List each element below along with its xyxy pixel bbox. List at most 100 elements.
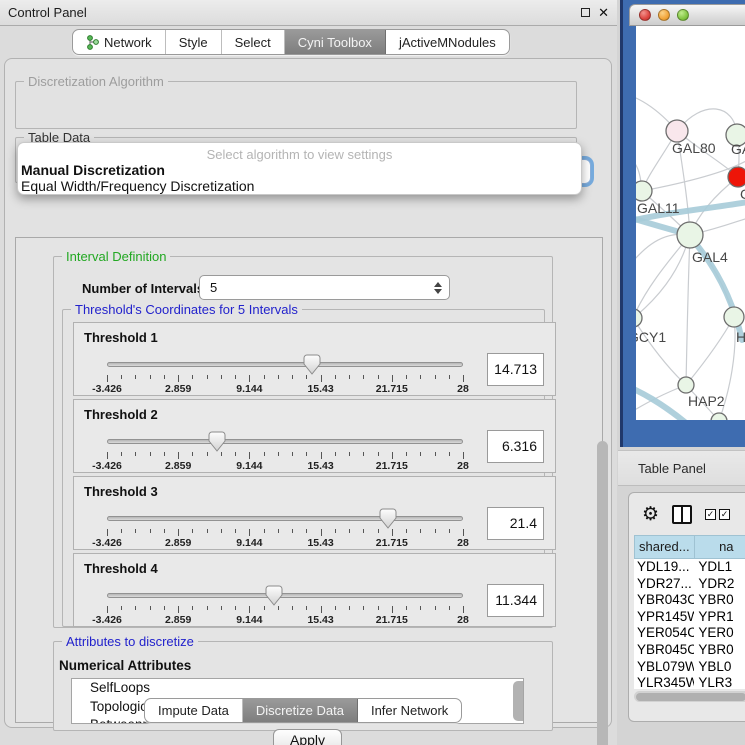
- node-table: shared... na YDL19...YDL1YDR27...YDR2YBR…: [634, 535, 745, 689]
- number-of-intervals-spinner[interactable]: 5: [199, 275, 450, 300]
- close-button[interactable]: [639, 9, 651, 21]
- popup-hint: Select algorithm to view settings: [18, 147, 581, 162]
- tab-select[interactable]: Select: [222, 30, 285, 54]
- table-row[interactable]: YBL079WYBL0: [634, 659, 745, 676]
- slider-tick-label: 2.859: [148, 537, 208, 549]
- tab-style[interactable]: Style: [166, 30, 222, 54]
- threshold-4-value-field[interactable]: 11.344: [487, 584, 544, 617]
- attributes-title: Attributes to discretize: [62, 634, 198, 649]
- network-node[interactable]: [724, 307, 744, 327]
- table-row[interactable]: YPR145WYPR1: [634, 609, 745, 626]
- split-columns-icon[interactable]: [672, 505, 692, 524]
- slider-tick: [135, 375, 136, 379]
- number-of-intervals-label: Number of Intervals: [82, 281, 204, 296]
- attribute-item[interactable]: SelfLoops: [72, 679, 523, 698]
- slider-tick: [420, 606, 421, 610]
- table-row[interactable]: YBR043CYBR0: [634, 592, 745, 609]
- table-row[interactable]: YDR27...YDR2: [634, 576, 745, 593]
- slider-tick: [221, 375, 222, 379]
- tab-jactivemnodules[interactable]: jActiveMNodules: [386, 30, 509, 54]
- slider-tick-label: 15.43: [291, 383, 351, 395]
- table-row[interactable]: YDL19...YDL1: [634, 559, 745, 576]
- slider-tick: [349, 452, 350, 456]
- top-tab-bar: Network Style Select Cyni Toolbox jActiv…: [72, 29, 510, 55]
- minimize-button[interactable]: [658, 9, 670, 21]
- slider-tick: [135, 529, 136, 533]
- discretization-algorithm-group: Discretization Algorithm: [15, 81, 577, 129]
- slider-tick-label: 28: [433, 537, 493, 549]
- network-node[interactable]: [677, 222, 703, 248]
- threshold-2-slider[interactable]: [107, 439, 463, 444]
- slider-tick: [135, 606, 136, 610]
- slider-thumb[interactable]: [208, 431, 226, 452]
- slider-tick: [406, 375, 407, 379]
- slider-tick: [392, 452, 393, 459]
- slider-tick: [449, 529, 450, 533]
- network-node[interactable]: [636, 181, 652, 201]
- tab-discretize-data[interactable]: Discretize Data: [243, 699, 358, 722]
- network-node[interactable]: [678, 377, 694, 393]
- slider-tick: [406, 529, 407, 533]
- slider-tick: [420, 529, 421, 533]
- vertical-scrollbar[interactable]: [597, 441, 608, 745]
- slider-tick: [306, 529, 307, 533]
- slider-tick: [135, 452, 136, 456]
- tab-infer-network[interactable]: Infer Network: [358, 699, 461, 722]
- horizontal-scrollbar[interactable]: [634, 691, 745, 702]
- column-header-shared[interactable]: shared...: [634, 535, 695, 559]
- slider-thumb[interactable]: [379, 508, 397, 529]
- slider-tick: [435, 375, 436, 379]
- slider-tick: [463, 606, 464, 613]
- slider-tick: [335, 606, 336, 610]
- column-header-name[interactable]: na: [695, 535, 745, 559]
- threshold-3-value-field[interactable]: 21.4: [487, 507, 544, 540]
- slider-tick: [278, 606, 279, 610]
- threshold-1-value-field[interactable]: 14.713: [487, 353, 544, 386]
- threshold-2-value-field[interactable]: 6.316: [487, 430, 544, 463]
- slider-tick: [363, 606, 364, 610]
- network-node[interactable]: [666, 120, 688, 142]
- threshold-2-label: Threshold 2: [84, 407, 158, 422]
- slider-tick: [249, 529, 250, 536]
- slider-tick-label: 21.715: [362, 537, 422, 549]
- slider-tick: [264, 452, 265, 456]
- slider-tick: [178, 375, 179, 382]
- slider-thumb[interactable]: [265, 585, 283, 606]
- slider-tick: [121, 529, 122, 533]
- apply-button[interactable]: Apply: [273, 729, 342, 745]
- slider-thumb[interactable]: [303, 354, 321, 375]
- slider-tick: [150, 529, 151, 533]
- close-icon[interactable]: ✕: [598, 6, 609, 19]
- gear-icon[interactable]: ⚙: [642, 505, 659, 524]
- slider-tick: [164, 452, 165, 456]
- threshold-4-slider[interactable]: [107, 593, 463, 598]
- float-window-icon[interactable]: [581, 8, 590, 17]
- slider-tick: [349, 375, 350, 379]
- threshold-1-slider[interactable]: [107, 362, 463, 367]
- slider-tick-label: -3.426: [77, 614, 137, 626]
- table-row[interactable]: YER054CYER0: [634, 625, 745, 642]
- checkbox-icon[interactable]: ✓: [719, 509, 730, 520]
- slider-tick: [264, 606, 265, 610]
- popup-option-manual[interactable]: Manual Discretization: [18, 162, 581, 178]
- threshold-3-slider[interactable]: [107, 516, 463, 521]
- network-node[interactable]: [728, 167, 745, 187]
- slider-tick: [249, 375, 250, 382]
- zoom-button[interactable]: [677, 9, 689, 21]
- slider-tick: [207, 606, 208, 610]
- list-scrollbar[interactable]: [513, 681, 524, 721]
- slider-tick: [192, 452, 193, 456]
- node-label: GCY1: [636, 329, 666, 345]
- network-canvas[interactable]: GAL80GACGAL11GAL4GCY1HHAP2: [636, 26, 745, 420]
- tab-network[interactable]: Network: [73, 30, 166, 54]
- table-row[interactable]: YLR345WYLR3: [634, 675, 745, 689]
- table-row[interactable]: YBR045CYBR0: [634, 642, 745, 659]
- slider-tick: [363, 452, 364, 456]
- slider-tick: [449, 375, 450, 379]
- popup-option-equal-width[interactable]: Equal Width/Frequency Discretization: [18, 178, 581, 194]
- tab-impute-data[interactable]: Impute Data: [145, 699, 243, 722]
- checkbox-icon[interactable]: ✓: [705, 509, 716, 520]
- tab-cyni-toolbox[interactable]: Cyni Toolbox: [285, 30, 386, 54]
- network-window-titlebar[interactable]: [629, 4, 745, 26]
- slider-tick: [192, 529, 193, 533]
